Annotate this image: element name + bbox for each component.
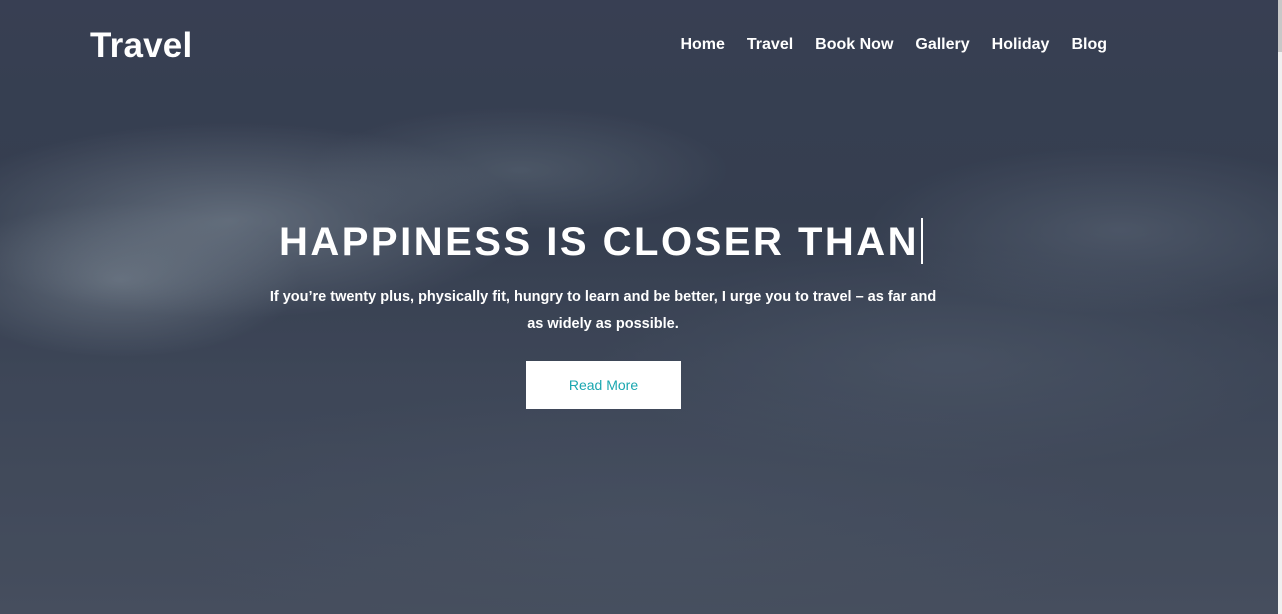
site-logo[interactable]: Travel: [90, 26, 192, 66]
typing-caret: [921, 218, 924, 264]
hero-heading: HAPPINESS IS CLOSER THAN: [279, 218, 927, 266]
hero-heading-text: HAPPINESS IS CLOSER THAN: [278, 220, 920, 264]
nav-item-gallery[interactable]: Gallery: [915, 36, 969, 54]
scrollbar-thumb[interactable]: [1278, 0, 1282, 52]
nav-item-travel[interactable]: Travel: [747, 36, 793, 54]
nav-item-holiday[interactable]: Holiday: [992, 36, 1050, 54]
page-scrollbar[interactable]: [1278, 0, 1282, 614]
read-more-button[interactable]: Read More: [526, 361, 681, 409]
main-nav: Home Travel Book Now Gallery Holiday Blo…: [658, 36, 1107, 54]
nav-item-blog[interactable]: Blog: [1071, 36, 1107, 54]
nav-item-book-now[interactable]: Book Now: [815, 36, 893, 54]
hero-heading-wrap: HAPPINESS IS CLOSER THAN: [0, 218, 1206, 266]
hero-subtitle: If you’re twenty plus, physically fit, h…: [269, 289, 937, 332]
nav-item-home[interactable]: Home: [680, 36, 724, 54]
